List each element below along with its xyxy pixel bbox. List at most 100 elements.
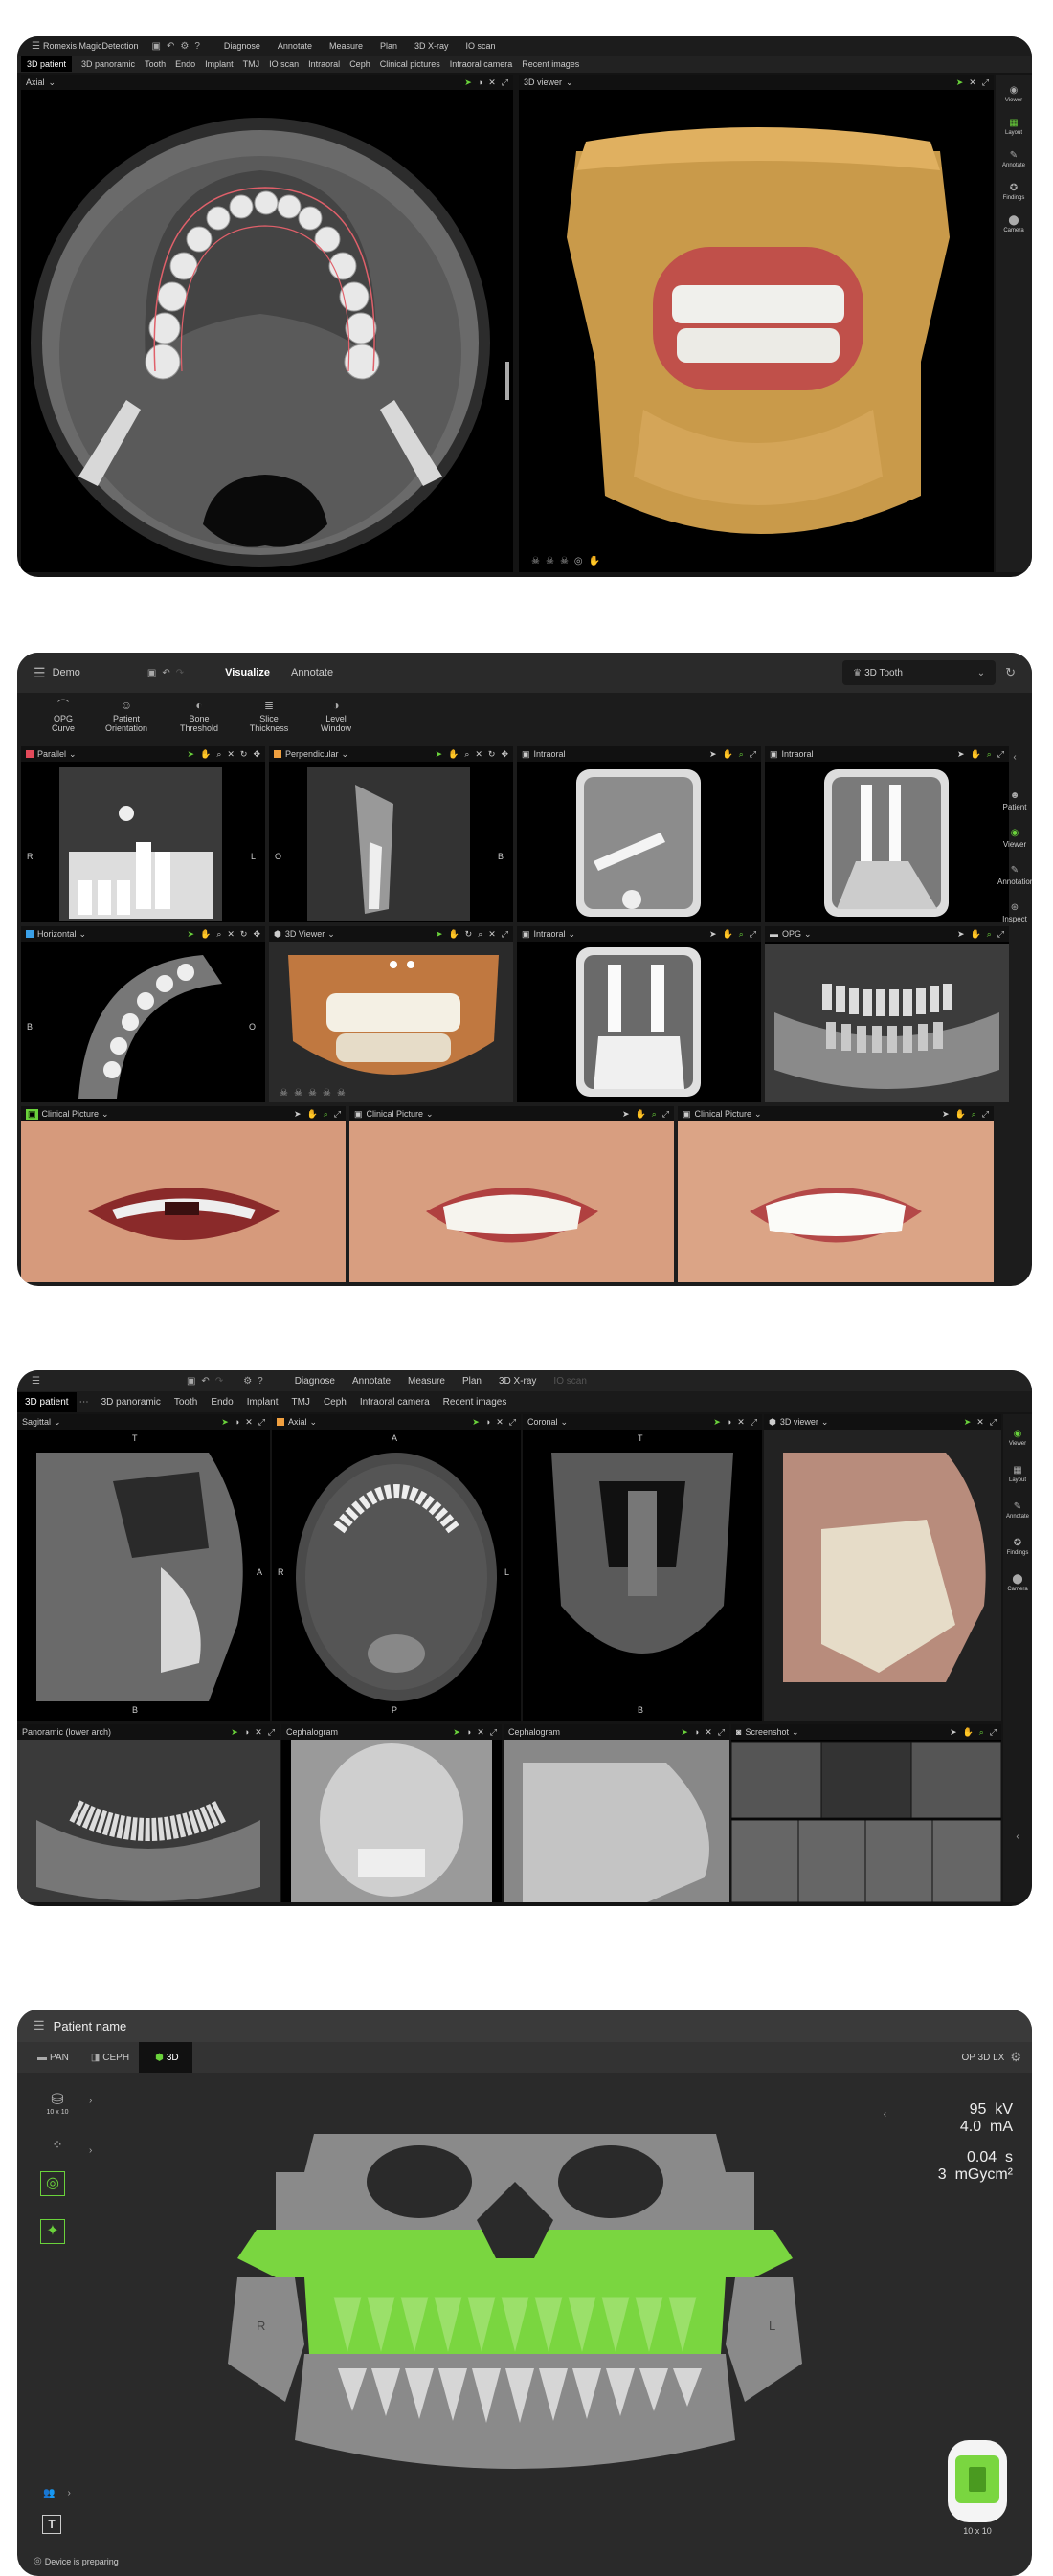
sidebar-item-viewer[interactable]: ◉ Viewer bbox=[1003, 1424, 1032, 1447]
tool-slice-thickness[interactable]: ≣ Slice Thickness bbox=[235, 697, 302, 733]
skull-icon[interactable]: ☠ bbox=[308, 1088, 317, 1099]
tab-ceph[interactable]: Ceph bbox=[324, 1397, 347, 1408]
menu-icon[interactable]: ☰ bbox=[34, 2018, 45, 2033]
sidebar-item-layout[interactable]: ▦ Layout bbox=[1003, 1460, 1032, 1483]
chevron-right-icon[interactable]: › bbox=[89, 2145, 92, 2156]
tab-tooth[interactable]: Tooth bbox=[145, 59, 166, 69]
settings-icon[interactable]: ⚙ bbox=[243, 1376, 252, 1387]
tab-endo[interactable]: Endo bbox=[211, 1397, 233, 1408]
nav-annotate[interactable]: Annotate bbox=[291, 667, 333, 678]
skull-icon[interactable]: ☠ bbox=[546, 556, 554, 566]
tool-opg-curve[interactable]: ⌒ OPG Curve bbox=[36, 697, 90, 733]
skull-icon[interactable]: ☠ bbox=[294, 1088, 302, 1099]
tab-3d-patient[interactable]: 3D patient bbox=[17, 1391, 77, 1412]
sidebar-item-annotate[interactable]: ✎ Annotate bbox=[996, 145, 1032, 168]
position-button[interactable]: ◎ bbox=[40, 2171, 65, 2196]
tab-intraoral[interactable]: Intraoral bbox=[308, 59, 340, 69]
viewport-intraoral-2[interactable]: ▣ Intraoral ➤ ✋ ⌕ ⤢ bbox=[765, 746, 1009, 922]
menu-plan[interactable]: Plan bbox=[462, 1376, 482, 1387]
viewport-clinical-3[interactable]: ▣ Clinical Picture ⌄ ➤ ✋ ⌕ ⤢ bbox=[678, 1106, 994, 1282]
tab-implant[interactable]: Implant bbox=[247, 1397, 279, 1408]
tab-recent-images[interactable]: Recent images bbox=[443, 1397, 507, 1408]
menu-measure[interactable]: Measure bbox=[408, 1376, 445, 1387]
chevron-left-icon[interactable]: ‹ bbox=[884, 2109, 886, 2120]
menu-plan[interactable]: Plan bbox=[380, 41, 397, 51]
undo-icon[interactable]: ↶ bbox=[162, 668, 169, 678]
tab-3d-panoramic[interactable]: 3D panoramic bbox=[81, 59, 135, 69]
light-button[interactable]: ✦ bbox=[40, 2219, 65, 2244]
patient-positioning-selector[interactable]: 👥 › bbox=[40, 2483, 74, 2500]
sidebar-item-annotate[interactable]: ✎ Annotate bbox=[1003, 1497, 1032, 1520]
menu-3d-xray[interactable]: 3D X-ray bbox=[414, 41, 449, 51]
tab-recent-images[interactable]: Recent images bbox=[522, 59, 579, 69]
viewport-opg[interactable]: ▬ OPG ⌄ ➤ ✋ ⌕ ⤢ bbox=[765, 926, 1009, 1102]
viewport-cephalogram-frontal[interactable]: Cephalogram ➤ ◑ ✕ ⤢ bbox=[281, 1724, 502, 1902]
tooth-icon[interactable]: ◎ bbox=[574, 556, 583, 566]
menu-io-scan[interactable]: IO scan bbox=[466, 41, 496, 51]
skull-icon[interactable]: ☠ bbox=[531, 556, 540, 566]
tab-tmj[interactable]: TMJ bbox=[243, 59, 260, 69]
menu-diagnose[interactable]: Diagnose bbox=[295, 1376, 335, 1387]
viewport-3d-viewer[interactable]: ⬢ 3D viewer ⌄ ➤ ✕ ⤢ bbox=[764, 1414, 1001, 1721]
menu-io-scan[interactable]: IO scan bbox=[553, 1376, 586, 1387]
viewport-cephalogram-lateral[interactable]: Cephalogram ➤ ◑ ✕ ⤢ bbox=[504, 1724, 729, 1902]
tab-intraoral-camera[interactable]: Intraoral camera bbox=[450, 59, 513, 69]
viewport-coronal[interactable]: Coronal ⌄ ➤ ◑ ✕ ⤢ T B bbox=[523, 1414, 762, 1721]
tab-3d-patient[interactable]: 3D patient bbox=[21, 56, 73, 72]
tab-ceph[interactable]: Ceph bbox=[349, 59, 370, 69]
skull-icon[interactable]: ☠ bbox=[337, 1088, 346, 1099]
save-icon[interactable]: ▣ bbox=[152, 41, 161, 52]
axial-viewport[interactable]: Axial ⌄ ➤ ◑ ✕ ⤢ bbox=[21, 75, 513, 572]
menu-icon[interactable]: ☰ bbox=[32, 1376, 40, 1387]
slice-scrollbar[interactable] bbox=[505, 362, 509, 400]
gear-icon[interactable]: ⚙ bbox=[1010, 2050, 1021, 2065]
menu-annotate[interactable]: Annotate bbox=[278, 41, 312, 51]
menu-icon[interactable]: ☰ bbox=[32, 41, 40, 52]
sidebar-item-camera[interactable]: ⬤ Camera bbox=[1003, 1569, 1032, 1592]
resolution-selector[interactable]: ⁘ bbox=[40, 2137, 75, 2154]
hand-icon[interactable]: ✋ bbox=[589, 556, 600, 566]
sidebar-item-annotation[interactable]: ✎ Annotation bbox=[997, 860, 1032, 886]
save-icon[interactable]: ▣ bbox=[187, 1376, 195, 1387]
reset-icon[interactable]: ↻ bbox=[1005, 665, 1016, 680]
viewport-sagittal[interactable]: Sagittal ⌄ ➤ ◑ ✕ ⤢ T A B bbox=[17, 1414, 270, 1721]
viewport-3d[interactable]: ⬢ 3D Viewer ⌄ ➤ ✋ ↻ ⌕ ✕ ⤢ ☠ ☠ ☠ ☠ ☠ bbox=[269, 926, 513, 1102]
tab-endo[interactable]: Endo bbox=[175, 59, 195, 69]
chevron-left-icon[interactable]: ‹ bbox=[1006, 1832, 1029, 1842]
menu-measure[interactable]: Measure bbox=[329, 41, 363, 51]
tool-level-window[interactable]: ◑ Level Window bbox=[302, 697, 370, 733]
tab-implant[interactable]: Implant bbox=[205, 59, 234, 69]
sidebar-item-inspect[interactable]: ⊛ Inspect bbox=[997, 898, 1032, 923]
skull-icon[interactable]: ☠ bbox=[560, 556, 569, 566]
viewport-parallel[interactable]: Parallel ⌄ ➤ ✋ ⌕ ✕ ↻ ✥ R L bbox=[21, 746, 265, 922]
redo-icon[interactable]: ↷ bbox=[215, 1376, 223, 1387]
tab-tmj[interactable]: TMJ bbox=[291, 1397, 309, 1408]
viewport-panoramic-lower[interactable]: Panoramic (lower arch) ➤ ◑ ✕ ⤢ bbox=[17, 1724, 280, 1902]
chevron-right-icon[interactable]: › bbox=[89, 2096, 92, 2106]
viewport-clinical-1[interactable]: ▣ Clinical Picture ⌄ ➤ ✋ ⌕ ⤢ bbox=[21, 1106, 346, 1282]
viewport-perpendicular[interactable]: Perpendicular ⌄ ➤ ✋ ⌕ ✕ ↻ ✥ O B bbox=[269, 746, 513, 922]
undo-icon[interactable]: ↶ bbox=[201, 1376, 209, 1387]
redo-icon[interactable]: ↷ bbox=[176, 668, 184, 678]
fov-selector[interactable]: ⛁ 10 x 10 bbox=[40, 2090, 75, 2116]
menu-3d-xray[interactable]: 3D X-ray bbox=[499, 1376, 536, 1387]
viewport-axial[interactable]: Axial ⌄ ➤ ◑ ✕ ⤢ A R L P bbox=[272, 1414, 521, 1721]
menu-annotate[interactable]: Annotate bbox=[352, 1376, 391, 1387]
save-icon[interactable]: ▣ bbox=[147, 668, 156, 678]
nav-visualize[interactable]: Visualize bbox=[225, 667, 270, 678]
tab-3d-panoramic[interactable]: 3D panoramic bbox=[101, 1397, 161, 1408]
skull-fov-diagram[interactable]: R L bbox=[218, 2115, 812, 2498]
sidebar-item-findings[interactable]: ✪ Findings bbox=[996, 178, 1032, 201]
tab-io-scan[interactable]: IO scan bbox=[269, 59, 299, 69]
chevron-left-icon[interactable]: ‹ bbox=[1000, 752, 1029, 763]
tab-intraoral-camera[interactable]: Intraoral camera bbox=[360, 1397, 430, 1408]
menu-icon[interactable]: ☰ bbox=[34, 665, 46, 681]
sidebar-item-viewer[interactable]: ◉ Viewer bbox=[997, 823, 1032, 849]
skull-icon[interactable]: ☠ bbox=[323, 1088, 331, 1099]
menu-diagnose[interactable]: Diagnose bbox=[224, 41, 260, 51]
settings-icon[interactable]: ⚙ bbox=[180, 41, 189, 52]
sidebar-item-viewer[interactable]: ◉ Viewer bbox=[996, 80, 1032, 103]
text-tool-button[interactable]: T bbox=[42, 2515, 61, 2534]
viewport-clinical-2[interactable]: ▣ Clinical Picture ⌄ ➤ ✋ ⌕ ⤢ bbox=[349, 1106, 674, 1282]
sidebar-item-camera[interactable]: ⬤ Camera bbox=[996, 211, 1032, 233]
